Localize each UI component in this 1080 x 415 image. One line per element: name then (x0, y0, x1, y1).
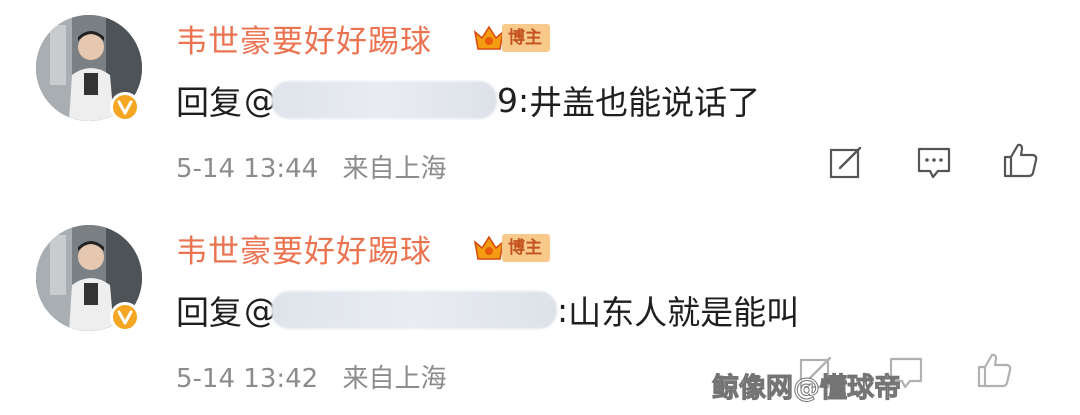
username[interactable]: 韦世豪要好好踢球 (176, 226, 432, 271)
comment-source: 来自上海 (342, 364, 447, 394)
comment-icon[interactable] (914, 142, 954, 182)
crown-icon (473, 235, 505, 260)
username[interactable]: 韦世豪要好好踢球 (176, 16, 432, 61)
comment-time: 5-14 13:42 (176, 364, 319, 394)
reply-handle-tail[interactable]: 9: (497, 81, 529, 120)
redacted-handle (271, 291, 557, 329)
like-icon[interactable] (1000, 140, 1040, 180)
reply-text: 回复 @ : 山东人就是能叫 (176, 286, 799, 334)
reply-message: 井盖也能说话了 (529, 83, 761, 122)
host-badge: 博主 (472, 22, 550, 54)
comment-feed: 韦世豪要好好踢球 博主 回复 @ 9: 井盖也能说话了 5-14 13:44 来… (0, 0, 1080, 415)
reply-text: 回复 @ 9: 井盖也能说话了 (176, 76, 760, 124)
badge-label: 博主 (502, 234, 550, 262)
verified-v-icon (110, 302, 140, 332)
like-icon[interactable] (974, 350, 1014, 390)
comment-item: 韦世豪要好好踢球 博主 回复 @ : 山东人就是能叫 5-14 13:42 来自… (0, 208, 1080, 415)
crown-icon (473, 25, 505, 50)
comment-meta: 5-14 13:44 来自上海 (176, 148, 446, 185)
reply-handle-tail[interactable]: : (557, 291, 568, 330)
watermark: 鲸像网@懂球帝 (712, 373, 902, 405)
comment-item: 韦世豪要好好踢球 博主 回复 @ 9: 井盖也能说话了 5-14 13:44 来… (0, 0, 1080, 208)
comment-meta: 5-14 13:42 来自上海 (176, 358, 446, 395)
reply-prefix: 回复 (176, 293, 242, 332)
reply-prefix: 回复 (176, 83, 242, 122)
redacted-handle (271, 81, 497, 119)
comment-source: 来自上海 (342, 154, 447, 184)
reply-message: 山东人就是能叫 (568, 293, 800, 332)
host-badge: 博主 (472, 232, 550, 264)
badge-label: 博主 (502, 24, 550, 52)
edit-icon[interactable] (826, 142, 866, 182)
comment-time: 5-14 13:44 (176, 154, 319, 184)
verified-v-icon (110, 92, 140, 122)
